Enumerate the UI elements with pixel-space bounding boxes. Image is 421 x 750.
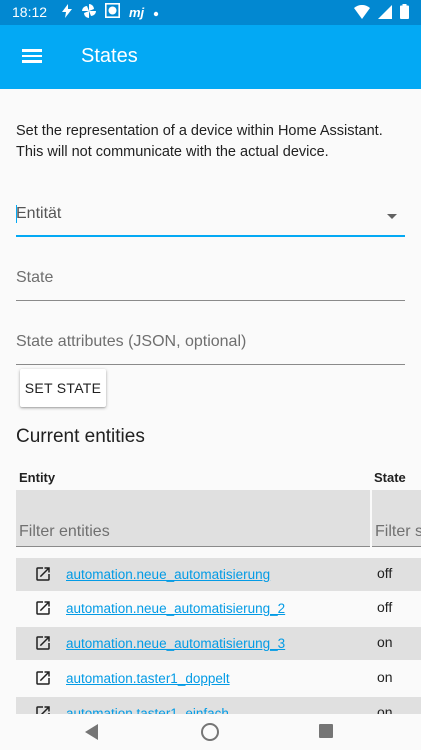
open-in-new-icon[interactable] [34, 704, 52, 714]
entity-placeholder: Entität [16, 205, 62, 222]
open-in-new-icon[interactable] [34, 634, 52, 652]
state-attributes-input[interactable]: State attributes (JSON, optional) [16, 325, 405, 365]
status-time: 18:12 [12, 4, 48, 20]
menu-icon[interactable] [22, 46, 50, 68]
open-in-new-icon[interactable] [34, 599, 52, 617]
current-entities-title: Current entities [16, 426, 145, 447]
entity-link[interactable]: automation.neue_automatisierung_3 [66, 636, 285, 651]
dot-icon [153, 4, 159, 22]
set-state-button[interactable]: SET STATE [20, 369, 106, 407]
main-content: Set the representation of a device withi… [0, 89, 421, 714]
recent-apps-icon[interactable] [319, 724, 333, 738]
filter-states-input[interactable]: Filter states [372, 490, 421, 547]
signal-icon [378, 4, 392, 22]
mj-icon: mj [129, 5, 145, 20]
table-row: automation.neue_automatisierung_2 off [16, 592, 421, 625]
status-bar: 18:12 mj [0, 0, 421, 25]
entity-link[interactable]: automation.neue_automatisierung [66, 567, 270, 582]
entity-state: on [377, 669, 393, 685]
battery-icon [400, 4, 409, 22]
description-text: Set the representation of a device withi… [16, 123, 383, 160]
home-icon[interactable] [201, 723, 219, 741]
state-input[interactable]: State [16, 261, 405, 301]
entity-state: on [377, 634, 393, 650]
page-title: States [81, 45, 138, 67]
flash-icon [62, 3, 73, 23]
open-in-new-icon[interactable] [34, 669, 52, 687]
table-row: automation.neue_automatisierung off [16, 558, 421, 591]
entity-state: off [377, 599, 393, 615]
entity-select[interactable]: Entität [16, 197, 405, 237]
wifi-icon [354, 4, 370, 22]
table-row: automation.taster1_doppelt on [16, 662, 421, 695]
navigation-bar [0, 714, 421, 750]
entity-state: off [377, 565, 393, 581]
pinwheel-icon [82, 3, 96, 23]
app-bar: States [0, 25, 421, 89]
entity-link[interactable]: automation.neue_automatisierung_2 [66, 601, 285, 616]
table-row: automation.taster1_einfach on [16, 697, 421, 714]
state-attributes-placeholder: State attributes (JSON, optional) [16, 333, 247, 350]
open-in-new-icon[interactable] [34, 565, 52, 583]
table-row: automation.neue_automatisierung_3 on [16, 627, 421, 660]
filter-entities-input[interactable]: Filter entities [16, 490, 370, 547]
state-column-header: State [374, 470, 406, 485]
entity-link[interactable]: automation.taster1_doppelt [66, 671, 230, 686]
dropdown-arrow-icon[interactable] [387, 214, 397, 219]
state-placeholder: State [16, 269, 54, 286]
lidl-icon [105, 3, 120, 23]
entity-state: on [377, 704, 393, 714]
back-icon[interactable] [85, 724, 98, 740]
entity-column-header: Entity [19, 470, 56, 485]
entity-link[interactable]: automation.taster1_einfach [66, 706, 229, 714]
